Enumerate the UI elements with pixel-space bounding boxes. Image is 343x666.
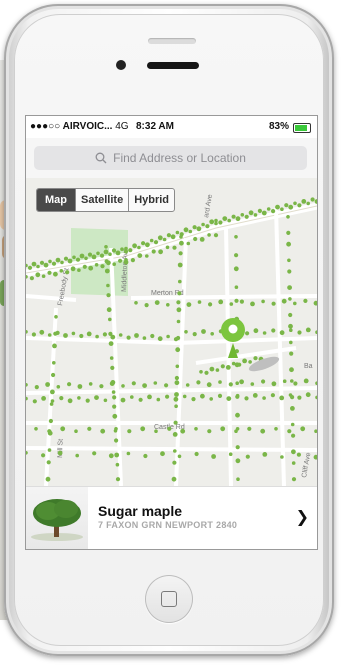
street-label: Ba [304, 363, 313, 370]
home-square-icon [161, 591, 177, 607]
clock: 8:32 AM [136, 121, 174, 132]
home-button[interactable] [145, 575, 193, 623]
tree-thumbnail [26, 487, 88, 549]
tree-image-icon [31, 499, 83, 541]
app-screen: ●●●○○ AIRVOIC... 4G 8:32 AM 83% Find Add… [26, 116, 317, 549]
map-view[interactable]: Merton Rd Freebody St Middleton Ave ard … [26, 178, 317, 515]
map-canvas[interactable]: Merton Rd Freebody St Middleton Ave ard … [26, 178, 317, 487]
chevron-right-icon[interactable]: ❯ [296, 507, 309, 527]
front-camera [116, 60, 126, 70]
search-icon [95, 152, 107, 164]
tree-species-name: Sugar maple [98, 503, 183, 519]
battery-icon [293, 123, 311, 133]
search-input[interactable]: Find Address or Location [34, 146, 307, 170]
map-type-hybrid-button[interactable]: Hybrid [128, 189, 174, 211]
earpiece-speaker [147, 62, 199, 69]
status-bar: ●●●○○ AIRVOIC... 4G 8:32 AM 83% [26, 116, 317, 138]
map-type-map-button[interactable]: Map [37, 189, 75, 211]
carrier-label: ●●●○○ AIRVOIC... 4G [30, 121, 129, 132]
tree-info-panel[interactable]: Sugar maple 7 FAXON GRN NEWPORT 2840 ❯ [26, 486, 317, 549]
phone-top-slot [148, 38, 196, 44]
battery-percent: 83% [268, 121, 289, 132]
tree-address: 7 FAXON GRN NEWPORT 2840 [98, 520, 238, 530]
map-type-segmented-control[interactable]: Map Satellite Hybrid [36, 188, 176, 212]
map-type-satellite-button[interactable]: Satellite [75, 189, 128, 211]
search-placeholder: Find Address or Location [113, 151, 246, 165]
search-bar: Find Address or Location [26, 138, 317, 179]
